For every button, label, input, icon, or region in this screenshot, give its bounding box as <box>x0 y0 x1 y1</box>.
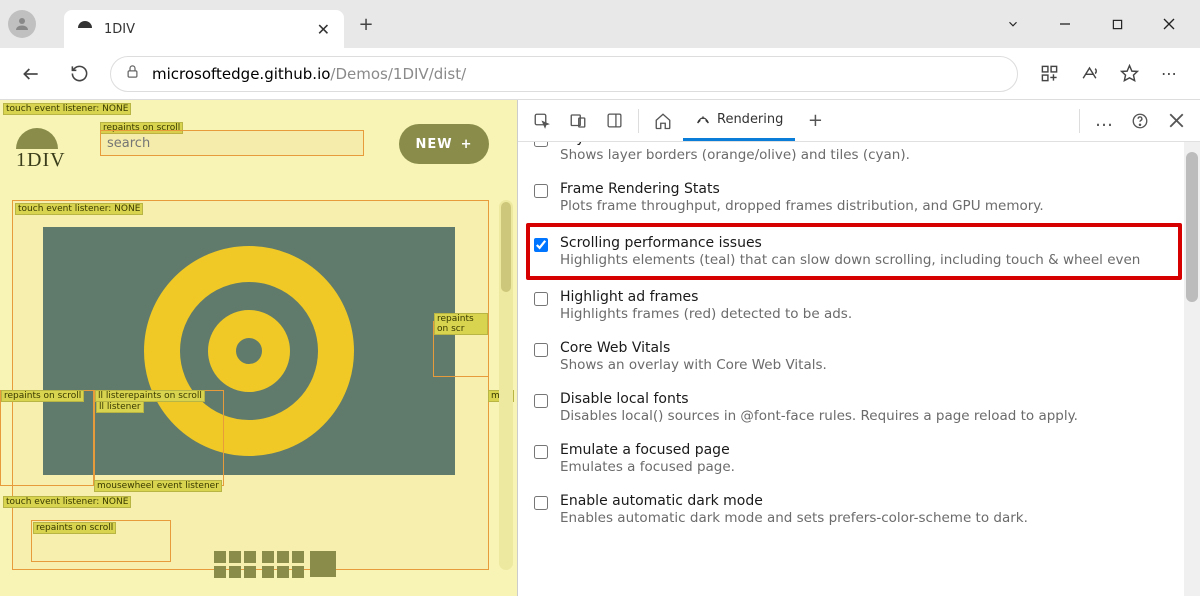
option-title: Core Web Vitals <box>560 340 1174 356</box>
rendering-option: Frame Rendering StatsPlots frame through… <box>534 172 1174 223</box>
rendering-option: Scrolling performance issuesHighlights e… <box>526 223 1182 280</box>
close-devtools-icon[interactable] <box>1160 105 1192 137</box>
page-logo: 1DIV <box>16 128 66 172</box>
favorite-icon[interactable] <box>1112 57 1146 91</box>
address-bar[interactable]: microsoftedge.github.io/Demos/1DIV/dist/ <box>110 56 1018 92</box>
url-host: microsoftedge.github.io <box>152 65 330 83</box>
rendering-option: Emulate a focused pageEmulates a focused… <box>534 433 1174 484</box>
option-title: Highlight ad frames <box>560 289 1174 305</box>
option-desc: Highlights elements (teal) that can slow… <box>560 252 1174 268</box>
rendering-option: Core Web VitalsShows an overlay with Cor… <box>534 331 1174 382</box>
option-desc: Enables automatic dark mode and sets pre… <box>560 510 1174 526</box>
url-text: microsoftedge.github.io/Demos/1DIV/dist/ <box>152 65 466 83</box>
window-controls <box>990 8 1192 40</box>
ring-inner-icon <box>208 310 290 392</box>
grid-thumb-icon[interactable] <box>262 551 304 578</box>
option-checkbox[interactable] <box>534 496 548 510</box>
ring-outer-icon <box>144 246 354 456</box>
minimize-button[interactable] <box>1042 8 1088 40</box>
option-title: Emulate a focused page <box>560 442 1174 458</box>
toolbar-actions: ⋯ <box>1032 57 1186 91</box>
device-toggle-icon[interactable] <box>562 105 594 137</box>
window-titlebar: 1DIV ✕ + <box>0 0 1200 48</box>
option-checkbox[interactable] <box>534 445 548 459</box>
tab-title: 1DIV <box>104 22 307 37</box>
overlay-touch-listener: touch event listener: NONE <box>15 203 143 215</box>
overlay-touch-listener: touch event listener: NONE <box>3 496 131 508</box>
maximize-button[interactable] <box>1094 8 1140 40</box>
close-window-button[interactable] <box>1146 8 1192 40</box>
option-desc: Shows layer borders (orange/olive) and t… <box>560 147 1174 163</box>
overlay-mousewheel: mousewheel event listener <box>94 480 222 492</box>
page-scrollbar[interactable] <box>499 200 513 570</box>
option-title: Scrolling performance issues <box>560 235 1174 251</box>
rendering-options: Layer bordersShows layer borders (orange… <box>518 142 1200 596</box>
plus-icon: + <box>461 137 473 152</box>
thumb-row <box>28 551 336 578</box>
option-checkbox[interactable] <box>534 142 548 147</box>
overlay-repaints: repaints on scr <box>434 313 488 335</box>
browser-tab[interactable]: 1DIV ✕ <box>64 10 344 48</box>
refresh-button[interactable] <box>62 57 96 91</box>
lock-icon <box>125 64 140 83</box>
rendering-option: Disable local fontsDisables local() sour… <box>534 382 1174 433</box>
overlay-touch-listener: touch event listener: NONE <box>3 103 131 115</box>
tab-rendering[interactable]: Rendering <box>683 101 795 141</box>
new-button[interactable]: NEW + <box>399 124 489 164</box>
grid-thumb-icon[interactable] <box>214 551 256 578</box>
option-desc: Emulates a focused page. <box>560 459 1174 475</box>
card-container: touch event listener: NONE repaints on s… <box>12 200 489 570</box>
extensions-icon[interactable] <box>1032 57 1066 91</box>
rendering-option: Enable automatic dark modeEnables automa… <box>534 484 1174 535</box>
rendering-option: Highlight ad framesHighlights frames (re… <box>534 280 1174 331</box>
option-checkbox[interactable] <box>534 292 548 306</box>
search-input[interactable] <box>100 130 364 156</box>
new-tab-icon[interactable]: + <box>799 105 831 137</box>
help-icon[interactable] <box>1124 105 1156 137</box>
scrollbar-thumb[interactable] <box>1186 152 1198 302</box>
welcome-tab-icon[interactable] <box>647 105 679 137</box>
more-icon[interactable]: … <box>1088 105 1120 137</box>
option-checkbox[interactable] <box>534 343 548 357</box>
option-desc: Disables local() sources in @font-face r… <box>560 408 1174 424</box>
option-desc: Highlights frames (red) detected to be a… <box>560 306 1174 322</box>
logo-text: 1DIV <box>16 149 66 172</box>
new-tab-button[interactable]: + <box>350 8 382 40</box>
url-path: /Demos/1DIV/dist/ <box>330 65 466 83</box>
close-tab-icon[interactable]: ✕ <box>317 20 330 39</box>
option-title: Enable automatic dark mode <box>560 493 1174 509</box>
rendering-option: Layer bordersShows layer borders (orange… <box>534 142 1174 172</box>
devtools-tabbar: Rendering + … <box>518 100 1200 142</box>
rendered-page: touch event listener: NONE 1DIV repaints… <box>0 100 518 596</box>
settings-menu-icon[interactable]: ⋯ <box>1152 57 1186 91</box>
overlay-repaints: repaints on scroll <box>1 390 84 402</box>
browser-toolbar: microsoftedge.github.io/Demos/1DIV/dist/… <box>0 48 1200 100</box>
devtools-panel: Rendering + … Layer bordersShows layer b… <box>518 100 1200 596</box>
option-title: Layer borders <box>560 142 1174 146</box>
read-aloud-icon[interactable] <box>1072 57 1106 91</box>
logo-dome-icon <box>16 128 58 149</box>
tab-favicon-icon <box>78 21 94 37</box>
option-desc: Plots frame throughput, dropped frames d… <box>560 198 1174 214</box>
option-desc: Shows an overlay with Core Web Vitals. <box>560 357 1174 373</box>
devtools-scrollbar[interactable] <box>1184 142 1200 596</box>
overlay-repaints: repaints on scroll <box>33 522 116 534</box>
new-button-label: NEW <box>415 137 452 152</box>
option-title: Frame Rendering Stats <box>560 181 1174 197</box>
option-checkbox[interactable] <box>534 184 548 198</box>
back-button[interactable] <box>14 57 48 91</box>
tab-label: Rendering <box>717 112 783 127</box>
option-checkbox[interactable] <box>534 238 548 252</box>
scrollbar-thumb[interactable] <box>501 202 511 292</box>
profile-avatar[interactable] <box>8 10 36 38</box>
inspect-icon[interactable] <box>526 105 558 137</box>
demo-card[interactable] <box>43 227 455 475</box>
chevron-down-icon[interactable] <box>990 8 1036 40</box>
content-split: touch event listener: NONE 1DIV repaints… <box>0 100 1200 596</box>
option-checkbox[interactable] <box>534 394 548 408</box>
square-thumb-icon[interactable] <box>310 551 336 577</box>
dock-icon[interactable] <box>598 105 630 137</box>
option-title: Disable local fonts <box>560 391 1174 407</box>
overlay-listener: ll listener <box>96 401 144 413</box>
